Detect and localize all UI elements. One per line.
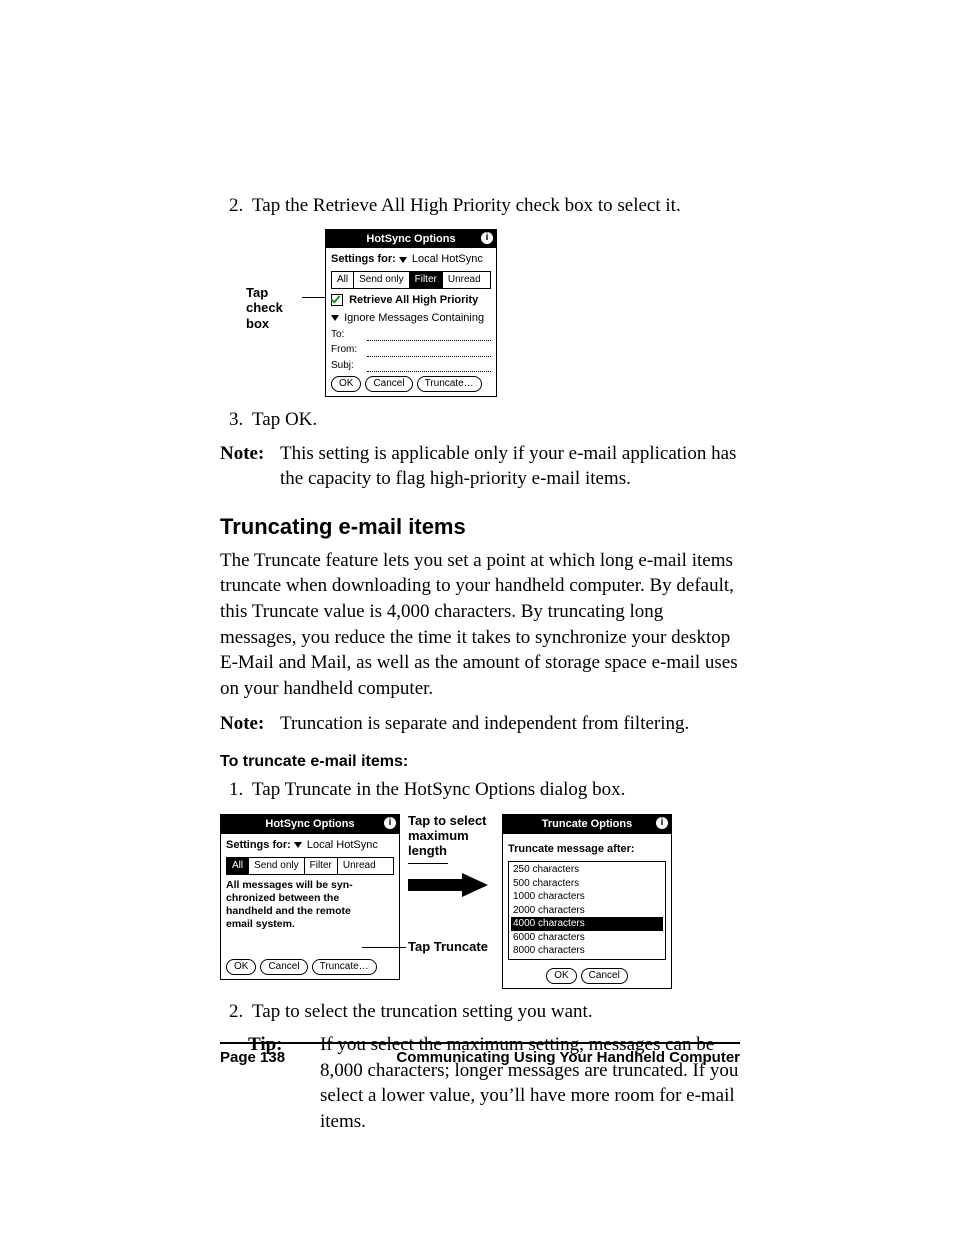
- dialog-title: Truncate Options: [542, 818, 632, 830]
- filter-tabs: All Send only Filter Unread: [226, 857, 394, 875]
- list-item[interactable]: 6000 characters: [511, 931, 663, 945]
- tab-unread[interactable]: Unread: [443, 272, 486, 288]
- hotsync-options-dialog: HotSync Options i Settings for: Local Ho…: [325, 229, 497, 397]
- chapter-title: Communicating Using Your Handheld Comput…: [396, 1048, 740, 1068]
- info-icon[interactable]: i: [656, 817, 668, 829]
- tab-send-only[interactable]: Send only: [249, 858, 304, 874]
- settings-for-value: Local HotSync: [412, 253, 483, 265]
- figure-truncate: HotSync Options i Settings for: Local Ho…: [220, 814, 740, 988]
- retrieve-high-priority-label: Retrieve All High Priority: [349, 294, 478, 306]
- from-label: From:: [331, 343, 365, 357]
- ok-button[interactable]: OK: [226, 959, 256, 975]
- tab-all[interactable]: All: [227, 858, 249, 874]
- note-label: Note:: [220, 441, 280, 492]
- fig1-leader-line: [302, 297, 326, 298]
- settings-for-label: Settings for:: [331, 253, 396, 265]
- dialog-title: HotSync Options: [366, 233, 455, 245]
- callout-bottom: Tap Truncate: [408, 940, 494, 948]
- dialog-title-bar: Truncate Options i: [503, 815, 671, 834]
- list-item[interactable]: 500 characters: [511, 877, 663, 891]
- cancel-button[interactable]: Cancel: [260, 959, 307, 975]
- callout-top: Tap to select maximum length: [408, 814, 494, 859]
- tab-all[interactable]: All: [332, 272, 354, 288]
- dialog-title-bar: HotSync Options i: [221, 815, 399, 834]
- truncate-options-list[interactable]: 250 characters 500 characters 1000 chara…: [508, 861, 666, 960]
- list-item[interactable]: 1000 characters: [511, 890, 663, 904]
- ignore-msgs-label: Ignore Messages Containing: [344, 312, 484, 324]
- note-label: Note:: [220, 711, 280, 737]
- tab-filter[interactable]: Filter: [410, 272, 443, 288]
- dropdown-icon[interactable]: [294, 842, 302, 848]
- list-item[interactable]: 4000 characters: [511, 917, 663, 931]
- ok-button[interactable]: OK: [331, 376, 361, 392]
- to-label: To:: [331, 328, 365, 342]
- info-icon[interactable]: i: [481, 232, 493, 244]
- dialog-title: HotSync Options: [265, 818, 354, 830]
- procedure-heading: To truncate e-mail items:: [220, 751, 740, 773]
- callout-bottom-text: Tap Truncate: [408, 939, 488, 954]
- note-text: This setting is applicable only if your …: [280, 441, 740, 492]
- step-3: Tap OK.: [248, 407, 740, 433]
- dialog-title-bar: HotSync Options i: [326, 230, 496, 249]
- note-text: Truncation is separate and independent f…: [280, 711, 740, 737]
- retrieve-high-priority-checkbox[interactable]: [331, 294, 343, 306]
- settings-for-value: Local HotSync: [307, 839, 378, 851]
- info-icon[interactable]: i: [384, 817, 396, 829]
- tab-unread[interactable]: Unread: [338, 858, 381, 874]
- ok-button[interactable]: OK: [546, 968, 576, 984]
- section-heading: Truncating e-mail items: [220, 512, 740, 542]
- list-item[interactable]: 2000 characters: [511, 904, 663, 918]
- step-2: Tap the Retrieve All High Priority check…: [248, 193, 740, 219]
- leader-line: [362, 947, 406, 948]
- to-field[interactable]: [367, 330, 491, 341]
- subj-field[interactable]: [367, 361, 491, 372]
- truncate-button[interactable]: Truncate…: [312, 959, 377, 975]
- page-content: Tap the Retrieve All High Priority check…: [220, 193, 740, 1141]
- figure-hotsync-filter: Tap check box HotSync Options i Settings…: [246, 229, 740, 397]
- section-paragraph: The Truncate feature lets you set a poin…: [220, 548, 740, 702]
- page-number: Page 138: [220, 1048, 285, 1068]
- note-block-2: Note: Truncation is separate and indepen…: [220, 711, 740, 737]
- truncate-options-dialog: Truncate Options i Truncate message afte…: [502, 814, 672, 988]
- tab-send-only[interactable]: Send only: [354, 272, 409, 288]
- note-block: Note: This setting is applicable only if…: [220, 441, 740, 492]
- proc-step-2: Tap to select the truncation setting you…: [248, 999, 740, 1025]
- truncate-button[interactable]: Truncate…: [417, 376, 482, 392]
- sync-message: All messages will be syn-chronized betwe…: [226, 879, 394, 932]
- from-field[interactable]: [367, 346, 491, 357]
- figure-mid-callouts: Tap to select maximum length Tap Truncat…: [408, 814, 494, 948]
- hotsync-options-dialog-2: HotSync Options i Settings for: Local Ho…: [220, 814, 400, 980]
- list-item[interactable]: 8000 characters: [511, 944, 663, 958]
- dropdown-icon[interactable]: [331, 315, 339, 321]
- cancel-button[interactable]: Cancel: [581, 968, 628, 984]
- proc-step-1: Tap Truncate in the HotSync Options dial…: [248, 777, 740, 803]
- list-item[interactable]: 250 characters: [511, 863, 663, 877]
- fig1-caption: Tap check box: [246, 285, 302, 332]
- truncate-subtitle: Truncate message after:: [508, 843, 635, 855]
- dropdown-icon[interactable]: [399, 257, 407, 263]
- page-footer: Page 138 Communicating Using Your Handhe…: [220, 1042, 740, 1068]
- settings-for-label: Settings for:: [226, 839, 291, 851]
- cancel-button[interactable]: Cancel: [365, 376, 412, 392]
- filter-tabs: All Send only Filter Unread: [331, 271, 491, 289]
- tab-filter[interactable]: Filter: [305, 858, 338, 874]
- leader-line: [408, 863, 448, 864]
- subj-label: Subj:: [331, 359, 365, 373]
- arrow-icon: [408, 870, 494, 900]
